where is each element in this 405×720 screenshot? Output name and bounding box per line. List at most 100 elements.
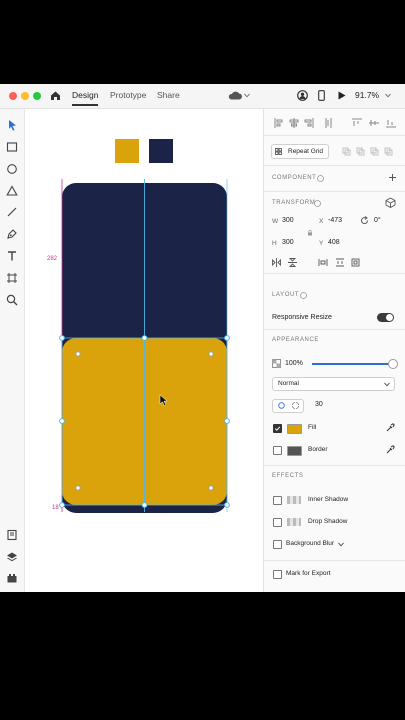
opacity-field[interactable]: 100% — [285, 360, 303, 367]
opacity-slider-thumb[interactable] — [388, 359, 398, 369]
bottom-gap-measurement-label: 18 — [52, 505, 59, 511]
effects-section-title: EFFECTS — [272, 473, 304, 479]
chevron-down-icon[interactable] — [244, 93, 250, 98]
eyedropper-icon[interactable] — [386, 445, 395, 454]
polygon-tool-icon[interactable] — [6, 185, 18, 197]
align-toolbar[interactable] — [274, 118, 398, 128]
artboard-tool-icon[interactable] — [6, 272, 18, 284]
info-icon[interactable] — [314, 200, 321, 207]
corner-radius-handle[interactable] — [75, 485, 81, 491]
tab-design[interactable]: Design — [72, 90, 99, 106]
inner-shadow-label: Inner Shadow — [308, 496, 349, 503]
gold-swatch[interactable] — [115, 139, 139, 163]
plugins-icon[interactable] — [6, 572, 18, 584]
width-label: W — [272, 218, 279, 225]
tab-share[interactable]: Share — [157, 90, 180, 100]
info-icon[interactable] — [300, 292, 307, 299]
select-tool-icon[interactable] — [6, 119, 18, 131]
play-icon[interactable] — [338, 91, 346, 100]
opacity-slider[interactable] — [312, 363, 392, 365]
cloud-icon[interactable] — [228, 91, 242, 100]
resize-handle[interactable] — [59, 418, 65, 424]
background-blur-checkbox[interactable] — [273, 540, 282, 549]
text-tool-icon[interactable] — [6, 250, 18, 262]
border-checkbox[interactable] — [273, 446, 282, 455]
drop-shadow-checkbox[interactable] — [273, 518, 282, 527]
resize-handle[interactable] — [141, 335, 148, 341]
resize-handle[interactable] — [224, 335, 230, 341]
boolean-operations-icon[interactable] — [342, 147, 397, 156]
mobile-preview-icon[interactable] — [318, 90, 325, 101]
divider — [264, 165, 405, 166]
minimize-window-button[interactable] — [21, 92, 29, 100]
divider — [264, 329, 405, 330]
chevron-down-icon[interactable] — [338, 542, 344, 547]
property-inspector: Repeat Grid COMPONENT TRANSFORM W 300 X … — [263, 109, 405, 592]
transform-section-title: TRANSFORM — [272, 200, 316, 206]
rotate-icon — [361, 216, 369, 225]
width-field[interactable]: 300 — [282, 217, 294, 224]
resize-handle[interactable] — [59, 335, 65, 341]
resize-handle[interactable] — [224, 418, 230, 424]
responsive-resize-toggle[interactable] — [377, 313, 394, 322]
corner-radius-handle[interactable] — [208, 485, 214, 491]
lock-aspect-icon[interactable] — [307, 230, 313, 236]
fill-color-swatch[interactable] — [287, 424, 302, 434]
inner-shadow-checkbox[interactable] — [273, 496, 282, 505]
flip-distribute-toolbar[interactable] — [272, 258, 362, 267]
per-corner-radius-icon — [292, 402, 299, 409]
rectangle-tool-icon[interactable] — [6, 141, 18, 153]
blend-mode-select[interactable]: Normal — [272, 377, 395, 391]
home-icon[interactable] — [50, 90, 61, 101]
y-label: Y — [319, 240, 324, 247]
pen-tool-icon[interactable] — [6, 228, 18, 240]
x-position-field[interactable]: -473 — [328, 217, 342, 224]
uniform-radius-icon — [278, 402, 285, 409]
tool-bar — [0, 109, 25, 592]
navy-swatch[interactable] — [149, 139, 173, 163]
repeat-grid-button[interactable]: Repeat Grid — [271, 144, 329, 159]
xd-window: Design Prototype Share 91.7% 282 18 Repe… — [0, 84, 405, 592]
document-assets-icon[interactable] — [6, 529, 18, 541]
resize-handle[interactable] — [224, 502, 230, 508]
resize-handle[interactable] — [59, 502, 65, 508]
corner-radius-mode-toggle[interactable] — [272, 399, 304, 413]
blend-mode-value: Normal — [278, 380, 299, 387]
corner-radius-handle[interactable] — [208, 351, 214, 357]
ellipse-tool-icon[interactable] — [6, 163, 18, 175]
layers-icon[interactable] — [6, 551, 18, 563]
y-position-field[interactable]: 408 — [328, 239, 340, 246]
info-icon[interactable] — [317, 175, 324, 182]
line-tool-icon[interactable] — [6, 206, 18, 218]
eyedropper-icon[interactable] — [386, 423, 395, 432]
drop-shadow-swatch[interactable] — [287, 518, 301, 526]
add-component-icon[interactable] — [388, 173, 397, 182]
corner-radius-handle[interactable] — [75, 351, 81, 357]
zoom-chevron-icon[interactable] — [385, 93, 391, 98]
corner-radius-field[interactable]: 30 — [315, 401, 323, 408]
divider — [264, 560, 405, 561]
inner-shadow-swatch[interactable] — [287, 496, 301, 504]
background-blur-label: Background Blur — [286, 540, 335, 547]
divider — [264, 273, 405, 274]
zoom-window-button[interactable] — [33, 92, 41, 100]
user-icon[interactable] — [297, 90, 308, 101]
fill-label: Fill — [308, 424, 317, 431]
zoom-tool-icon[interactable] — [6, 294, 18, 306]
component-section-title: COMPONENT — [272, 175, 317, 181]
height-field[interactable]: 300 — [282, 239, 294, 246]
mark-for-export-checkbox[interactable] — [273, 570, 282, 579]
resize-handle[interactable] — [141, 502, 148, 508]
repeat-grid-icon — [275, 148, 282, 155]
close-window-button[interactable] — [9, 92, 17, 100]
responsive-resize-label: Responsive Resize — [272, 314, 332, 321]
fill-checkbox[interactable] — [273, 424, 282, 433]
rotation-field[interactable]: 0° — [374, 217, 381, 224]
border-color-swatch[interactable] — [287, 446, 302, 456]
tab-prototype[interactable]: Prototype — [110, 90, 146, 100]
zoom-level[interactable]: 91.7% — [355, 90, 379, 100]
height-label: H — [272, 240, 277, 247]
drop-shadow-label: Drop Shadow — [308, 518, 348, 525]
design-canvas[interactable]: 282 18 — [25, 109, 263, 592]
3d-transform-icon[interactable] — [385, 197, 396, 208]
